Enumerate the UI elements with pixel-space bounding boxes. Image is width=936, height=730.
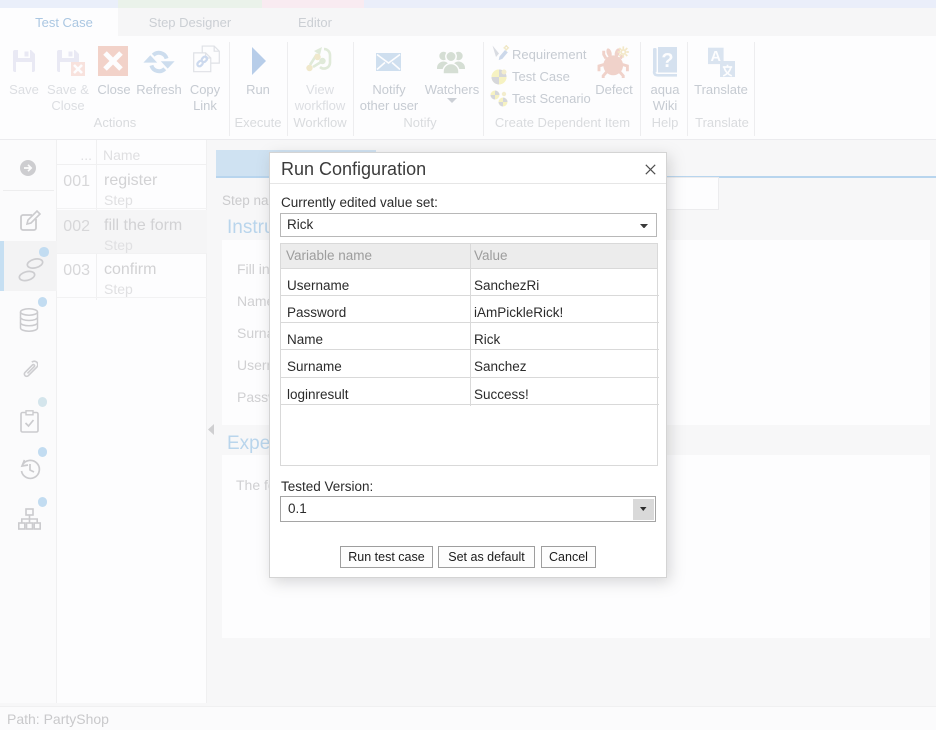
svg-text:A: A xyxy=(711,49,722,65)
svg-text:?: ? xyxy=(661,50,673,72)
